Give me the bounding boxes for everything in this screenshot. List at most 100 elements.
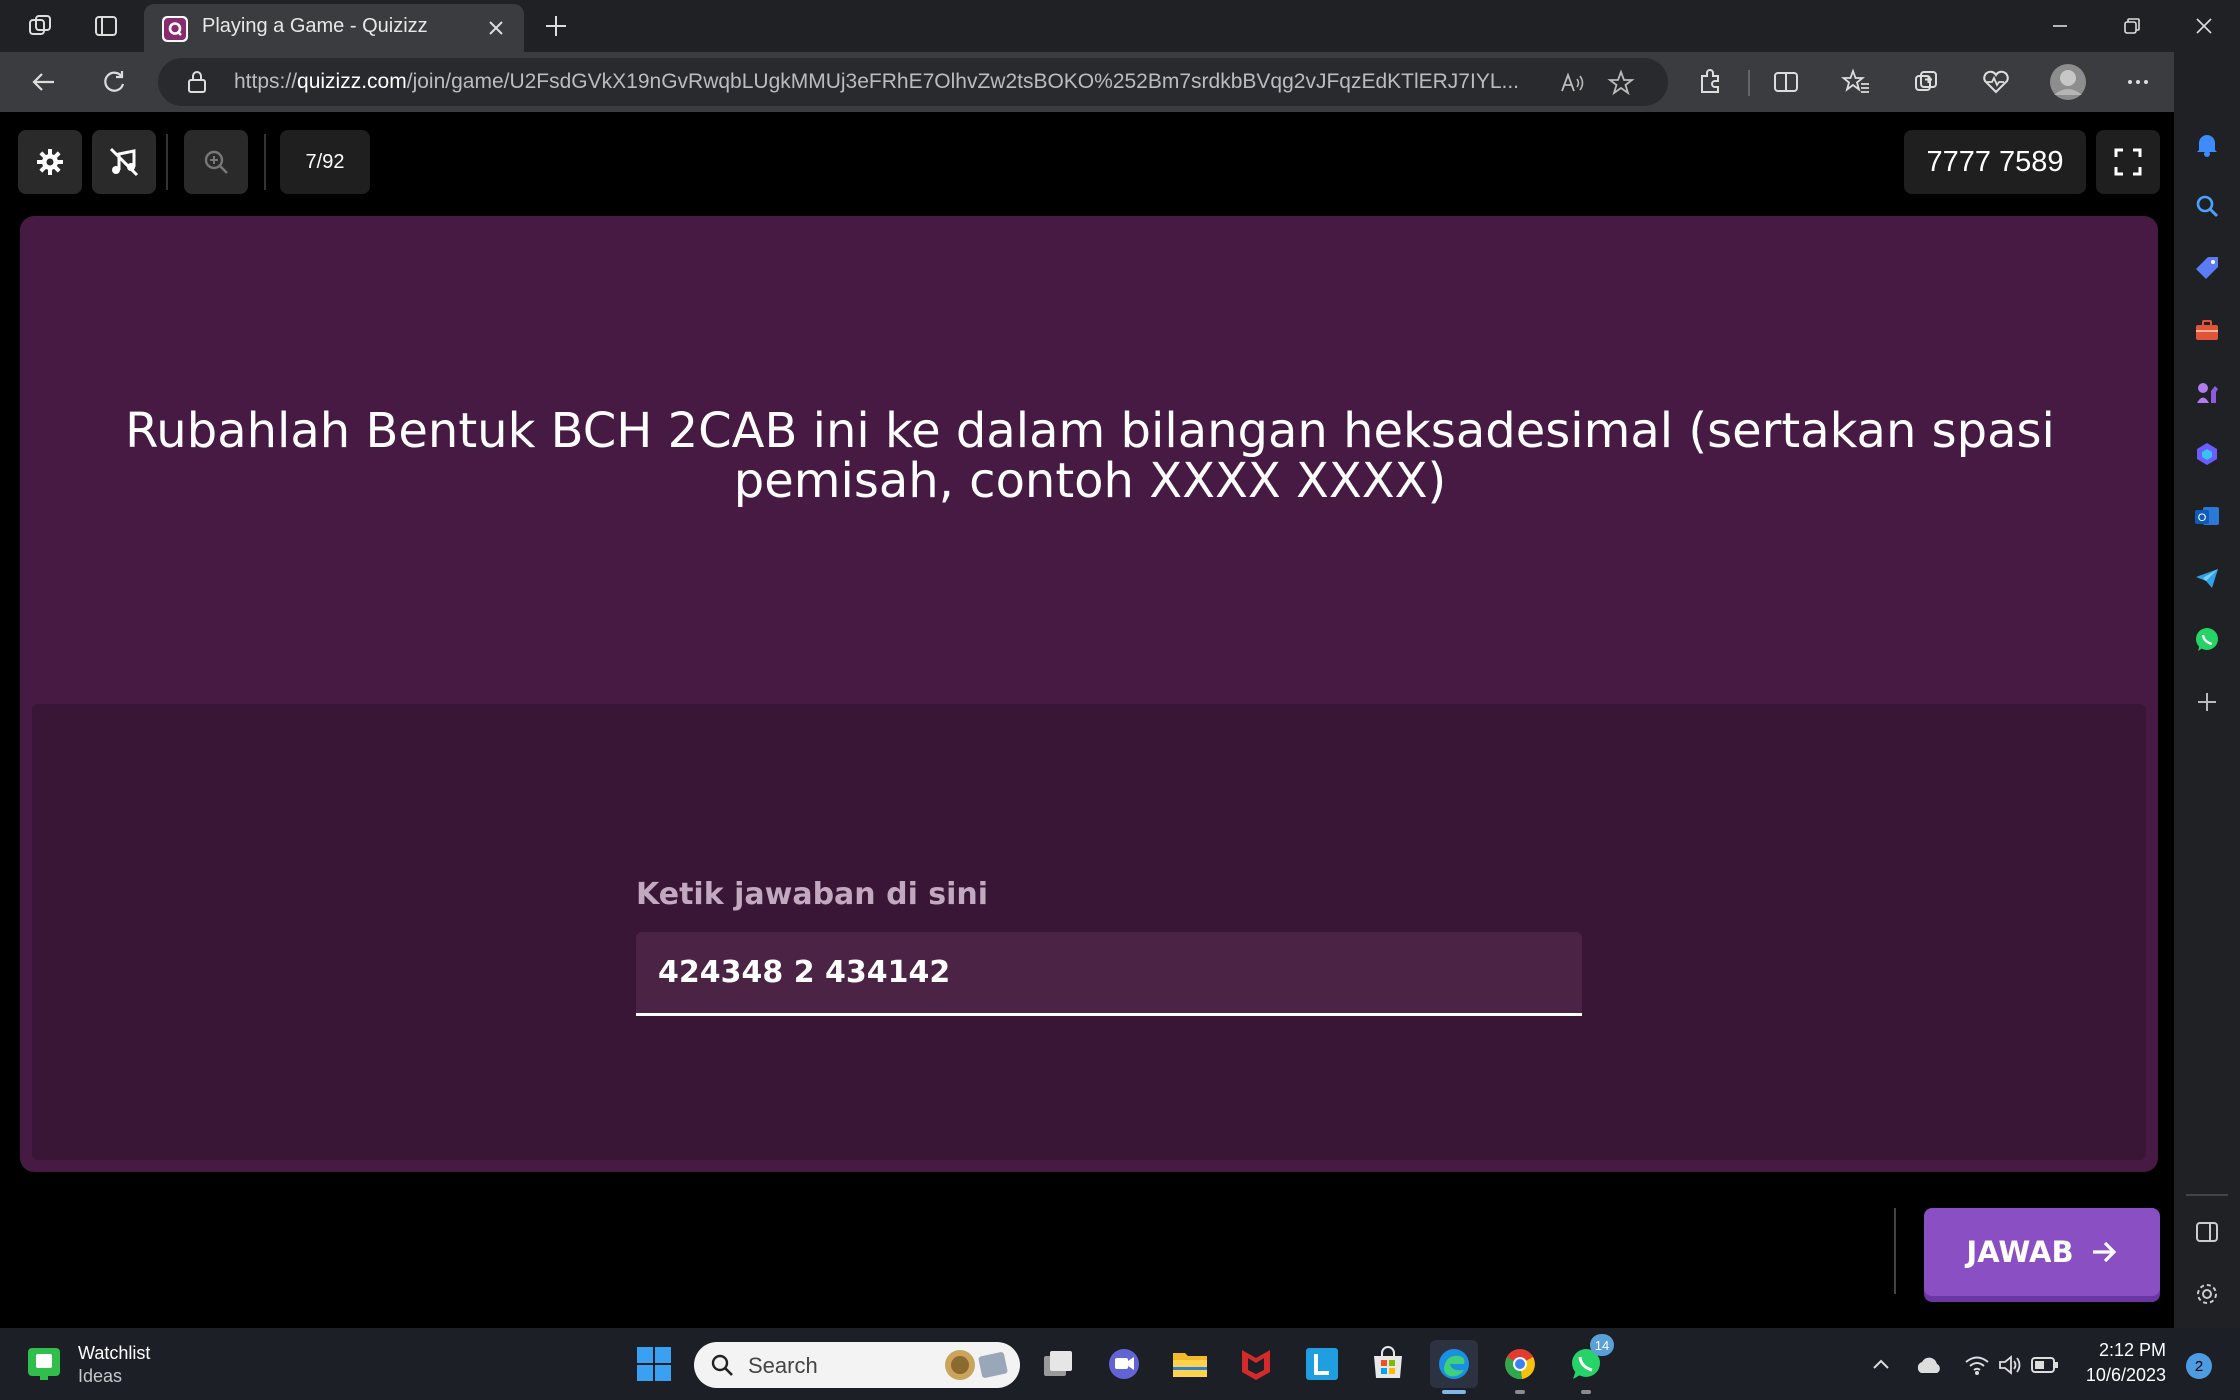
tab-title: Playing a Game - Quizizz xyxy=(202,15,428,37)
onedrive-cloud-icon[interactable] xyxy=(1914,1350,1944,1380)
wifi-icon[interactable] xyxy=(1962,1350,1992,1380)
whatsapp-badge: 14 xyxy=(1590,1334,1614,1356)
zoom-in-icon xyxy=(204,150,228,174)
music-off-button[interactable] xyxy=(92,130,156,194)
submit-label: JAWAB xyxy=(1966,1235,2074,1269)
tools-briefcase-icon[interactable] xyxy=(2187,310,2227,350)
game-code: 7777 7589 xyxy=(1904,130,2086,194)
tab-quizizz[interactable]: Playing a Game - Quizizz xyxy=(144,4,524,52)
taskbar-search-icon xyxy=(711,1354,733,1376)
start-button[interactable] xyxy=(630,1340,678,1388)
notification-center-badge[interactable]: 2 xyxy=(2186,1353,2212,1379)
favorites-icon[interactable] xyxy=(1832,60,1880,104)
answer-label: Ketik jawaban di sini xyxy=(636,877,989,912)
widget-subtitle: Ideas xyxy=(78,1366,123,1386)
svg-text:O: O xyxy=(2198,512,2207,524)
new-tab-icon[interactable] xyxy=(532,6,580,46)
bottom-separator xyxy=(1894,1208,1896,1294)
question-counter: 7/92 xyxy=(280,130,370,194)
running-indicator xyxy=(1515,1390,1525,1394)
widget-title: Watchlist xyxy=(78,1343,151,1363)
url-path: /join/game/U2FsdGVkX19nGvRwqbLUgkMMUj3eF… xyxy=(406,70,1520,93)
toolbar-separator xyxy=(264,134,266,190)
task-view-icon[interactable] xyxy=(1034,1340,1082,1388)
sidebar-divider xyxy=(2186,1194,2228,1196)
arrow-right-icon xyxy=(2092,1241,2116,1263)
tab-actions-icon[interactable] xyxy=(80,6,132,46)
gear-icon xyxy=(37,149,63,175)
toolbar-separator xyxy=(166,134,168,190)
back-icon[interactable] xyxy=(20,60,68,104)
teams-chat-icon[interactable] xyxy=(1100,1340,1148,1388)
workspaces-icon[interactable] xyxy=(14,6,66,46)
favorite-star-icon[interactable] xyxy=(1606,68,1636,98)
collections-icon[interactable] xyxy=(1902,60,1950,104)
chrome-icon[interactable] xyxy=(1496,1340,1544,1394)
watchlist-icon xyxy=(28,1348,60,1380)
windows-logo-icon xyxy=(637,1347,671,1381)
volume-icon[interactable] xyxy=(1996,1350,2026,1380)
split-screen-icon[interactable] xyxy=(1762,60,1810,104)
watchlist-widget[interactable]: Watchlist Ideas xyxy=(26,1342,150,1388)
windows-taskbar: Watchlist Ideas Search 14 2:12 PM 10/6/2… xyxy=(0,1328,2240,1400)
submit-answer-button[interactable]: JAWAB xyxy=(1924,1208,2160,1296)
quizizz-favicon-icon xyxy=(162,16,188,42)
l-app-icon[interactable] xyxy=(1298,1340,1346,1388)
show-hidden-icons-icon[interactable] xyxy=(1866,1350,1896,1380)
hide-sidebar-icon[interactable] xyxy=(2187,1212,2227,1252)
refresh-icon[interactable] xyxy=(90,60,138,104)
question-text: Rubahlah Bentuk BCH 2CAB ini ke dalam bi… xyxy=(125,403,2055,509)
clock-time: 2:12 PM xyxy=(2098,1340,2166,1360)
taskbar-clock[interactable]: 2:12 PM 10/6/2023 xyxy=(2072,1338,2166,1388)
browser-essentials-icon[interactable] xyxy=(1972,60,2020,104)
more-options-icon[interactable] xyxy=(2114,60,2162,104)
url-text[interactable]: https://quizizz.com/join/game/U2FsdGVkX1… xyxy=(234,70,1594,94)
toolbar-divider xyxy=(1748,70,1750,96)
file-explorer-icon[interactable] xyxy=(1166,1340,1214,1388)
taskbar-search[interactable]: Search xyxy=(694,1342,1020,1388)
fullscreen-button[interactable] xyxy=(2096,130,2160,194)
sidebar-settings-icon[interactable] xyxy=(2187,1274,2227,1314)
music-off-icon xyxy=(109,147,139,177)
extensions-icon[interactable] xyxy=(1686,60,1734,104)
battery-icon[interactable] xyxy=(2030,1350,2060,1380)
browser-toolbar: https://quizizz.com/join/game/U2FsdGVkX1… xyxy=(0,52,2240,112)
microsoft-365-icon[interactable] xyxy=(2187,434,2227,474)
taskbar-search-label: Search xyxy=(748,1353,818,1378)
url-prefix: https:// xyxy=(234,70,298,93)
add-sidebar-app-icon[interactable] xyxy=(2187,682,2227,722)
clock-date: 10/6/2023 xyxy=(2085,1365,2166,1385)
sidebar-search-icon[interactable] xyxy=(2187,186,2227,226)
answer-area: Ketik jawaban di sini xyxy=(32,704,2146,1160)
read-aloud-icon[interactable] xyxy=(1558,68,1588,98)
quizizz-game: 7/92 7777 7589 Rubahlah Bentuk BCH 2CAB … xyxy=(6,112,2172,1326)
running-indicator xyxy=(1581,1390,1591,1394)
browser-tab-strip: Playing a Game - Quizizz xyxy=(0,0,2240,52)
edge-taskbar-icon[interactable] xyxy=(1430,1340,1478,1394)
active-indicator xyxy=(1442,1390,1466,1394)
url-domain: quizizz.com xyxy=(297,70,407,93)
notifications-bell-icon[interactable] xyxy=(2187,124,2227,164)
address-bar[interactable]: https://quizizz.com/join/game/U2FsdGVkX1… xyxy=(158,58,1668,106)
edge-sidebar: O xyxy=(2174,52,2240,1328)
microsoft-store-icon[interactable] xyxy=(1364,1340,1412,1388)
lock-icon[interactable] xyxy=(186,70,208,94)
games-chess-icon[interactable] xyxy=(2187,372,2227,412)
search-highlight-art-icon xyxy=(945,1350,1008,1380)
restore-window-icon[interactable] xyxy=(2096,0,2168,52)
shopping-tag-icon[interactable] xyxy=(2187,248,2227,288)
whatsapp-sidebar-icon[interactable] xyxy=(2187,620,2227,660)
settings-button[interactable] xyxy=(18,130,82,194)
close-tab-icon[interactable] xyxy=(482,14,510,42)
minimize-window-icon[interactable] xyxy=(2024,0,2096,52)
zoom-button[interactable] xyxy=(184,130,248,194)
whatsapp-taskbar-icon[interactable]: 14 xyxy=(1562,1334,1614,1394)
mcafee-icon[interactable] xyxy=(1232,1340,1280,1388)
close-window-icon[interactable] xyxy=(2168,0,2240,52)
answer-input[interactable] xyxy=(636,932,1582,1016)
outlook-icon[interactable]: O xyxy=(2187,496,2227,536)
send-telegram-icon[interactable] xyxy=(2187,558,2227,598)
fullscreen-icon xyxy=(2114,148,2142,176)
question-card: Rubahlah Bentuk BCH 2CAB ini ke dalam bi… xyxy=(20,216,2158,1172)
profile-avatar[interactable] xyxy=(2044,60,2092,104)
